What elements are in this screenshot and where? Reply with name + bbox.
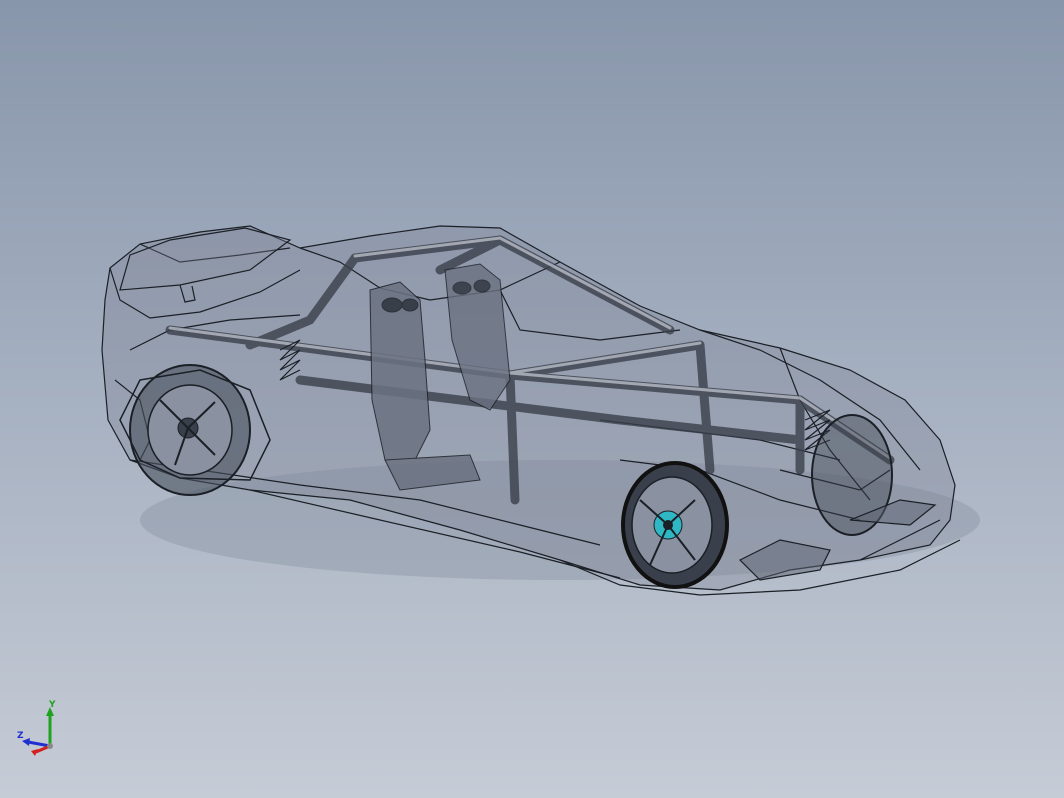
graphics-viewport[interactable]: Y Z	[0, 0, 1064, 798]
z-axis-line	[27, 740, 51, 748]
triad-origin	[47, 743, 53, 749]
y-axis-label: Y	[48, 700, 56, 710]
view-orientation-triad[interactable]: Y Z	[14, 698, 64, 760]
car-chassis-model[interactable]	[0, 0, 1064, 798]
front-wheel	[621, 461, 729, 589]
z-axis-label: Z	[17, 731, 24, 741]
